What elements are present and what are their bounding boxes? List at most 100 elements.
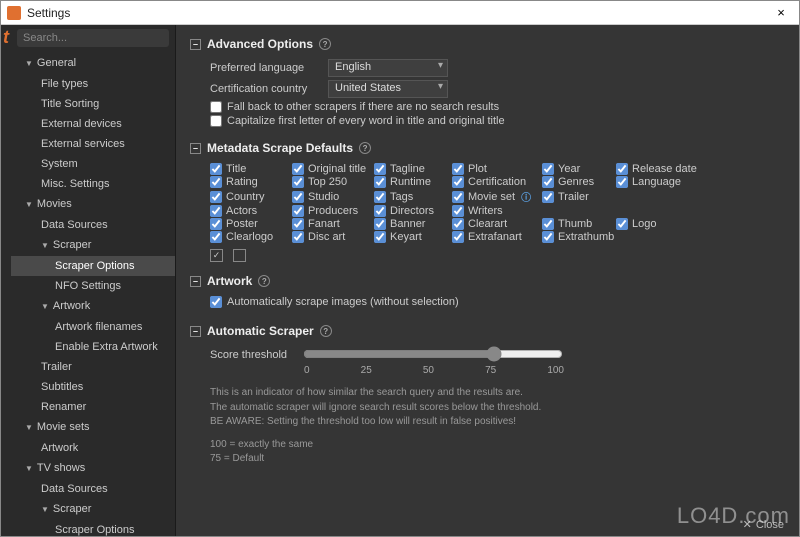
metadata-checkbox[interactable] (374, 191, 386, 203)
metadata-checkbox[interactable] (210, 218, 222, 230)
collapse-icon[interactable]: – (190, 143, 201, 154)
metadata-item[interactable]: Language (616, 176, 711, 188)
metadata-checkbox[interactable] (292, 218, 304, 230)
sidebar-item[interactable]: Title Sorting (11, 94, 175, 114)
metadata-item[interactable]: Country (210, 189, 292, 204)
metadata-checkbox[interactable] (210, 176, 222, 188)
metadata-item[interactable]: Release date (616, 163, 711, 175)
metadata-checkbox[interactable] (542, 231, 554, 243)
select-none-button[interactable] (233, 249, 246, 262)
metadata-item[interactable]: Tagline (374, 163, 452, 175)
metadata-checkbox[interactable] (374, 163, 386, 175)
metadata-checkbox[interactable] (210, 205, 222, 217)
sidebar-item[interactable]: Artwork (11, 296, 175, 317)
metadata-checkbox[interactable] (374, 205, 386, 217)
metadata-item[interactable]: Title (210, 163, 292, 175)
metadata-item[interactable]: Rating (210, 176, 292, 188)
sidebar-item[interactable]: Scraper (11, 235, 175, 256)
metadata-item[interactable]: Thumb (542, 218, 616, 230)
collapse-icon[interactable]: – (190, 39, 201, 50)
info-icon[interactable]: ⓘ (521, 189, 531, 204)
metadata-item[interactable]: Poster (210, 218, 292, 230)
metadata-item[interactable]: Top 250 (292, 176, 374, 188)
auto-scrape-images-checkbox[interactable] (210, 296, 222, 308)
metadata-item[interactable]: Studio (292, 189, 374, 204)
metadata-item[interactable]: Disc art (292, 231, 374, 243)
sidebar-item[interactable]: Enable Extra Artwork (11, 337, 175, 357)
metadata-checkbox[interactable] (292, 176, 304, 188)
metadata-item[interactable]: Runtime (374, 176, 452, 188)
sidebar-item[interactable]: TV shows (11, 458, 175, 479)
pref-language-select[interactable]: English (328, 59, 448, 77)
fallback-checkbox[interactable] (210, 101, 222, 113)
sidebar-item[interactable]: External devices (11, 114, 175, 134)
metadata-checkbox[interactable] (452, 231, 464, 243)
metadata-checkbox[interactable] (452, 176, 464, 188)
metadata-item[interactable]: Genres (542, 176, 616, 188)
sidebar-item[interactable]: Misc. Settings (11, 174, 175, 194)
metadata-item[interactable]: Logo (616, 218, 711, 230)
metadata-item[interactable]: Fanart (292, 218, 374, 230)
sidebar-item[interactable]: Scraper (11, 499, 175, 520)
sidebar-item[interactable]: System (11, 154, 175, 174)
metadata-checkbox[interactable] (210, 231, 222, 243)
metadata-checkbox[interactable] (542, 191, 554, 203)
metadata-item[interactable]: Original title (292, 163, 374, 175)
metadata-checkbox[interactable] (292, 205, 304, 217)
help-icon[interactable]: ? (319, 38, 331, 50)
metadata-item[interactable]: Certification (452, 176, 542, 188)
sidebar-item[interactable]: Data Sources (11, 215, 175, 235)
metadata-item[interactable]: Plot (452, 163, 542, 175)
metadata-checkbox[interactable] (542, 163, 554, 175)
metadata-checkbox[interactable] (616, 218, 628, 230)
metadata-checkbox[interactable] (452, 191, 464, 203)
sidebar-item[interactable]: Subtitles (11, 377, 175, 397)
metadata-checkbox[interactable] (542, 176, 554, 188)
sidebar-item[interactable]: Scraper Options (11, 256, 175, 276)
metadata-item[interactable]: Writers (452, 205, 542, 217)
metadata-item[interactable]: Directors (374, 205, 452, 217)
threshold-slider[interactable] (303, 346, 563, 362)
metadata-item[interactable]: Banner (374, 218, 452, 230)
sidebar-item[interactable]: Artwork filenames (11, 317, 175, 337)
metadata-checkbox[interactable] (616, 176, 628, 188)
metadata-checkbox[interactable] (292, 163, 304, 175)
metadata-item[interactable]: Movie setⓘ (452, 189, 542, 204)
metadata-checkbox[interactable] (542, 218, 554, 230)
metadata-checkbox[interactable] (210, 163, 222, 175)
metadata-item[interactable]: Keyart (374, 231, 452, 243)
metadata-checkbox[interactable] (452, 163, 464, 175)
metadata-item[interactable]: Year (542, 163, 616, 175)
metadata-item[interactable]: Producers (292, 205, 374, 217)
metadata-checkbox[interactable] (374, 231, 386, 243)
metadata-checkbox[interactable] (616, 163, 628, 175)
metadata-checkbox[interactable] (374, 218, 386, 230)
search-input[interactable]: Search... (17, 29, 169, 47)
collapse-icon[interactable]: – (190, 276, 201, 287)
sidebar-item[interactable]: External services (11, 134, 175, 154)
metadata-item[interactable]: Extrafanart (452, 231, 542, 243)
metadata-item[interactable]: Tags (374, 189, 452, 204)
metadata-checkbox[interactable] (452, 205, 464, 217)
sidebar-item[interactable]: Movie sets (11, 417, 175, 438)
metadata-item[interactable]: Extrathumb (542, 231, 616, 243)
metadata-checkbox[interactable] (292, 191, 304, 203)
close-button[interactable]: ✕ Close (743, 518, 784, 531)
help-icon[interactable]: ? (320, 325, 332, 337)
sidebar-item[interactable]: Trailer (11, 357, 175, 377)
metadata-item[interactable]: Trailer (542, 189, 616, 204)
sidebar-item[interactable]: NFO Settings (11, 276, 175, 296)
help-icon[interactable]: ? (258, 275, 270, 287)
collapse-icon[interactable]: – (190, 326, 201, 337)
cert-country-select[interactable]: United States (328, 80, 448, 98)
window-close-button[interactable]: × (769, 5, 793, 20)
metadata-checkbox[interactable] (374, 176, 386, 188)
metadata-item[interactable]: Clearlogo (210, 231, 292, 243)
metadata-item[interactable]: Clearart (452, 218, 542, 230)
metadata-checkbox[interactable] (292, 231, 304, 243)
sidebar-item[interactable]: Renamer (11, 397, 175, 417)
metadata-checkbox[interactable] (210, 191, 222, 203)
sidebar-item[interactable]: Artwork (11, 438, 175, 458)
select-all-button[interactable]: ✓ (210, 249, 223, 262)
sidebar-item[interactable]: Movies (11, 194, 175, 215)
